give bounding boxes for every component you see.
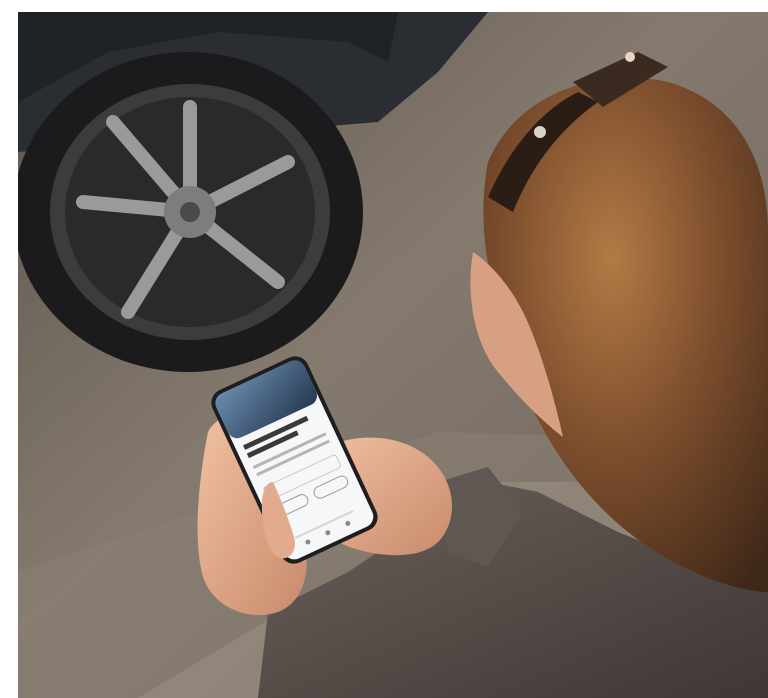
car-wheel xyxy=(18,52,363,372)
photo-scene xyxy=(18,12,768,698)
